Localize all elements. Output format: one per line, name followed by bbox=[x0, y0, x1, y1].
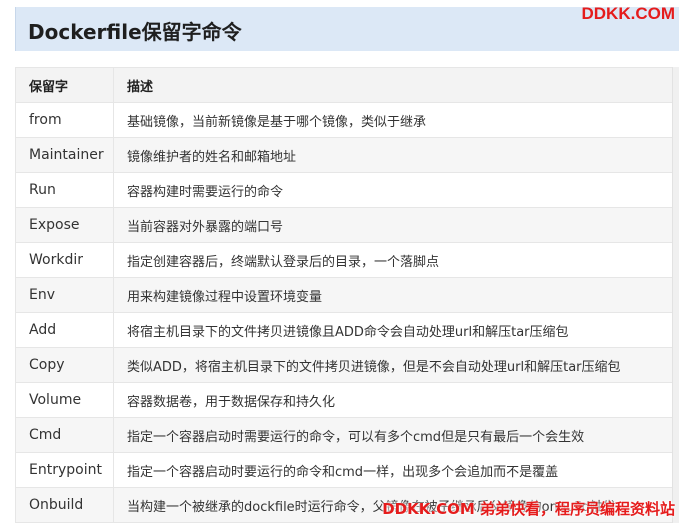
table-container: 保留字 描述 from 基础镜像，当前新镜像是基于哪个镜像，类似于继承 Main… bbox=[15, 67, 679, 523]
table-row: Maintainer 镜像维护者的姓名和邮箱地址 bbox=[15, 137, 673, 173]
description-cell: 用来构建镜像过程中设置环境变量 bbox=[113, 277, 673, 313]
table-row: Volume 容器数据卷，用于数据保存和持久化 bbox=[15, 382, 673, 418]
keyword-cell: from bbox=[15, 102, 114, 138]
keyword-cell: Env bbox=[15, 277, 114, 313]
keyword-cell: Onbuild bbox=[15, 487, 114, 523]
keyword-cell: Workdir bbox=[15, 242, 114, 278]
table-row: Add 将宿主机目录下的文件拷贝进镜像且ADD命令会自动处理url和解压tar压… bbox=[15, 312, 673, 348]
description-cell: 基础镜像，当前新镜像是基于哪个镜像，类似于继承 bbox=[113, 102, 673, 138]
table-row: Cmd 指定一个容器启动时需要运行的命令，可以有多个cmd但是只有最后一个会生效 bbox=[15, 417, 673, 453]
table-header-row: 保留字 描述 bbox=[15, 67, 673, 103]
description-cell: 指定一个容器启动时要运行的命令和cmd一样，出现多个会追加而不是覆盖 bbox=[113, 452, 673, 488]
scrollbar-track[interactable] bbox=[672, 67, 679, 523]
keyword-cell: Entrypoint bbox=[15, 452, 114, 488]
header-description: 描述 bbox=[113, 67, 673, 103]
table-row: Entrypoint 指定一个容器启动时要运行的命令和cmd一样，出现多个会追加… bbox=[15, 452, 673, 488]
title-bar: Dockerfile保留字命令 bbox=[15, 7, 679, 51]
description-cell: 镜像维护者的姓名和邮箱地址 bbox=[113, 137, 673, 173]
description-cell: 指定一个容器启动时需要运行的命令，可以有多个cmd但是只有最后一个会生效 bbox=[113, 417, 673, 453]
keyword-table: 保留字 描述 from 基础镜像，当前新镜像是基于哪个镜像，类似于继承 Main… bbox=[15, 67, 673, 523]
table-row: Workdir 指定创建容器后，终端默认登录后的目录，一个落脚点 bbox=[15, 242, 673, 278]
description-cell: 指定创建容器后，终端默认登录后的目录，一个落脚点 bbox=[113, 242, 673, 278]
header-keyword: 保留字 bbox=[15, 67, 114, 103]
description-cell: 容器数据卷，用于数据保存和持久化 bbox=[113, 382, 673, 418]
table-row: Run 容器构建时需要运行的命令 bbox=[15, 172, 673, 208]
table-row: Copy 类似ADD，将宿主机目录下的文件拷贝进镜像，但是不会自动处理url和解… bbox=[15, 347, 673, 383]
keyword-cell: Run bbox=[15, 172, 114, 208]
table-row: Env 用来构建镜像过程中设置环境变量 bbox=[15, 277, 673, 313]
page-title: Dockerfile保留字命令 bbox=[28, 20, 242, 44]
description-cell: 将宿主机目录下的文件拷贝进镜像且ADD命令会自动处理url和解压tar压缩包 bbox=[113, 312, 673, 348]
description-cell: 当前容器对外暴露的端口号 bbox=[113, 207, 673, 243]
keyword-cell: Expose bbox=[15, 207, 114, 243]
description-cell: 容器构建时需要运行的命令 bbox=[113, 172, 673, 208]
keyword-cell: Maintainer bbox=[15, 137, 114, 173]
page: Dockerfile保留字命令 DDKK.COM 保留字 描述 from 基础镜… bbox=[0, 0, 679, 523]
keyword-cell: Add bbox=[15, 312, 114, 348]
watermark-bottom: DDKK.COM 弟弟快看，程序员编程资料站 bbox=[382, 500, 675, 518]
table-row: Expose 当前容器对外暴露的端口号 bbox=[15, 207, 673, 243]
table-row: from 基础镜像，当前新镜像是基于哪个镜像，类似于继承 bbox=[15, 102, 673, 138]
keyword-cell: Copy bbox=[15, 347, 114, 383]
keyword-cell: Cmd bbox=[15, 417, 114, 453]
watermark-top: DDKK.COM bbox=[581, 4, 676, 23]
description-cell: 类似ADD，将宿主机目录下的文件拷贝进镜像，但是不会自动处理url和解压tar压… bbox=[113, 347, 673, 383]
keyword-cell: Volume bbox=[15, 382, 114, 418]
